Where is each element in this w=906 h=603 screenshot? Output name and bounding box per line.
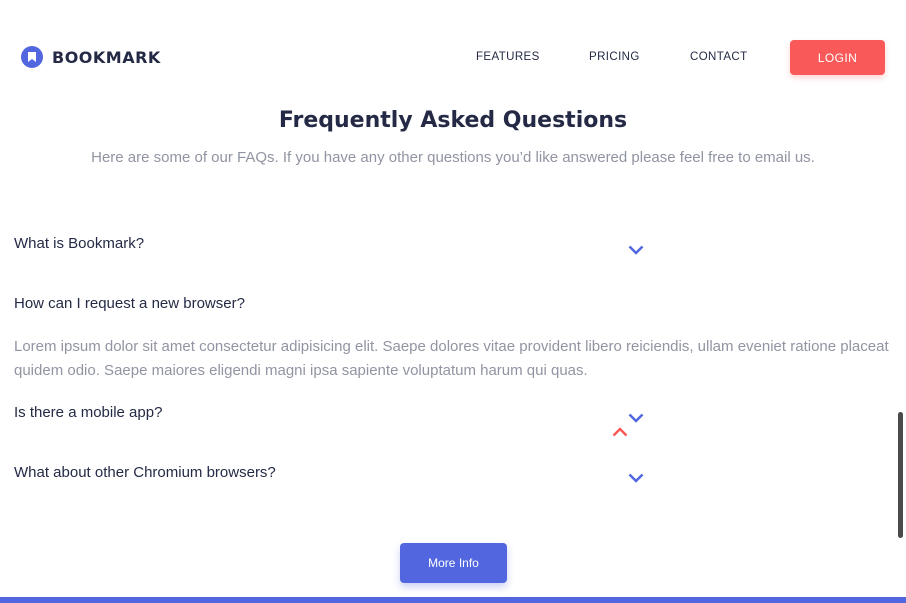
faq-question-chromium[interactable]: What about other Chromium browsers? — [14, 464, 276, 481]
faq-question-mobile[interactable]: Is there a mobile app? — [14, 404, 162, 421]
faq-question-bookmark[interactable]: What is Bookmark? — [14, 235, 144, 252]
chevron-up-icon[interactable] — [612, 424, 628, 442]
nav-contact-link[interactable]: CONTACT — [690, 51, 748, 63]
faq-title: Frequently Asked Questions — [0, 104, 906, 134]
brand-logo[interactable]: BOOKMARK — [21, 46, 161, 68]
more-info-button[interactable]: More Info — [400, 543, 507, 583]
nav-features-link[interactable]: FEATURES — [476, 51, 540, 63]
faq-answer: Lorem ipsum dolor sit amet consectetur a… — [14, 338, 889, 379]
chevron-down-icon[interactable] — [628, 410, 644, 428]
bookmark-logo-icon — [21, 46, 43, 68]
scrollbar-thumb[interactable] — [898, 412, 903, 538]
site-header: BOOKMARK FEATURES PRICING CONTACT LOGIN — [0, 0, 906, 110]
chevron-down-icon[interactable] — [628, 470, 644, 488]
nav-pricing-link[interactable]: PRICING — [589, 51, 640, 63]
faq-question-browser[interactable]: How can I request a new browser? — [14, 295, 245, 312]
faq-subtitle: Here are some of our FAQs. If you have a… — [91, 149, 815, 166]
faq-title-text: Frequently Asked Questions — [278, 108, 628, 133]
brand-name: BOOKMARK — [52, 47, 161, 67]
login-button[interactable]: LOGIN — [790, 40, 885, 75]
footer-strip — [0, 597, 906, 603]
chevron-down-icon[interactable] — [628, 242, 644, 260]
